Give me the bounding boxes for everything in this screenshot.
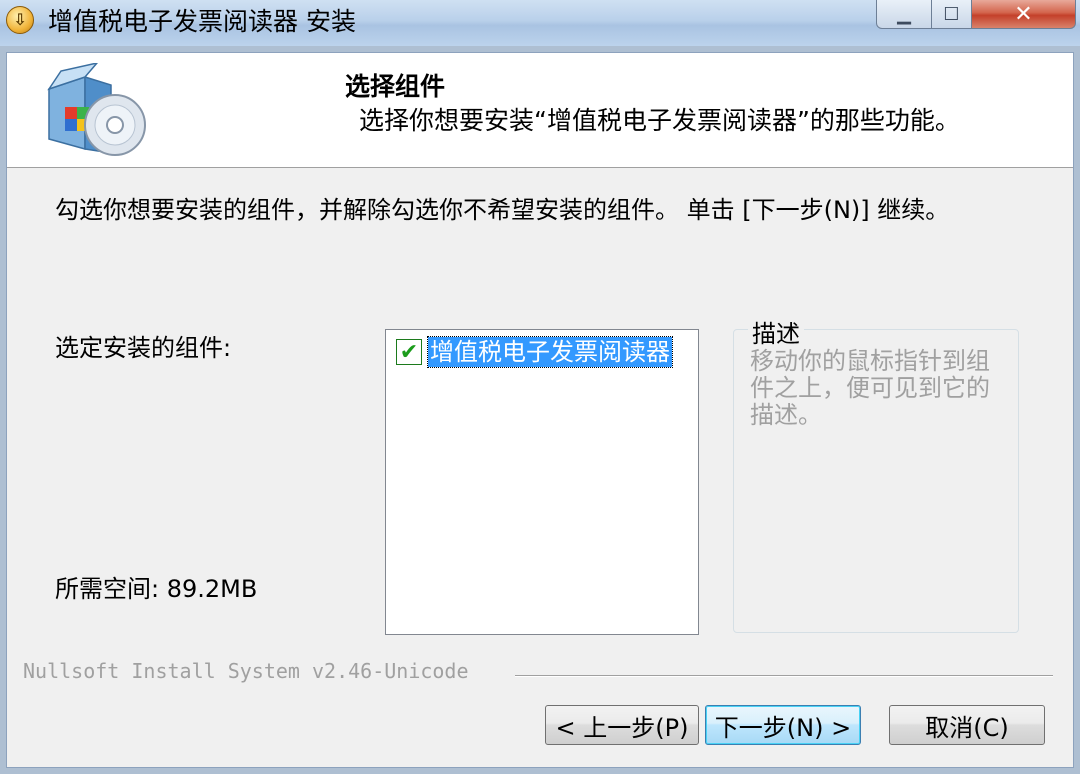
tree-item-component[interactable]: ✔ 增值税电子发票阅读器 bbox=[396, 336, 673, 368]
next-button[interactable]: 下一步(N) > bbox=[705, 705, 861, 745]
close-icon: ✕ bbox=[1014, 1, 1033, 27]
minimize-button[interactable]: ▁ bbox=[876, 0, 932, 29]
description-group: 描述 移动你的鼠标指针到组件之上，便可见到它的描述。 bbox=[733, 314, 1019, 633]
select-components-label: 选定安装的组件: bbox=[55, 334, 232, 362]
maximize-icon: ☐ bbox=[943, 3, 960, 25]
component-checkbox[interactable]: ✔ bbox=[396, 339, 422, 365]
dialog-client: 选择组件 选择你想要安装“增值税电子发票阅读器”的那些功能。 勾选你想要安装的组… bbox=[6, 52, 1074, 768]
maximize-button[interactable]: ☐ bbox=[932, 0, 972, 29]
wizard-header: 选择组件 选择你想要安装“增值税电子发票阅读器”的那些功能。 bbox=[7, 53, 1073, 168]
space-required-label: 所需空间: 89.2MB bbox=[55, 575, 258, 603]
component-label[interactable]: 增值税电子发票阅读器 bbox=[427, 336, 673, 368]
cancel-button[interactable]: 取消(C) bbox=[889, 705, 1045, 745]
branding-text: Nullsoft Install System v2.46-Unicode bbox=[23, 659, 469, 683]
page-subtitle: 选择你想要安装“增值税电子发票阅读器”的那些功能。 bbox=[359, 106, 960, 135]
instructions-text: 勾选你想要安装的组件，并解除勾选你不希望安装的组件。 单击 [下一步(N)] 继… bbox=[55, 196, 950, 224]
window-controls: ▁ ☐ ✕ bbox=[876, 0, 1076, 30]
title-bar[interactable]: ⇩ 增值税电子发票阅读器 安装 ▁ ☐ ✕ bbox=[0, 0, 1080, 46]
minimize-icon: ▁ bbox=[897, 3, 911, 25]
page-title: 选择组件 bbox=[345, 72, 446, 101]
installer-icon[interactable]: ⇩ bbox=[6, 6, 34, 34]
back-button[interactable]: < 上一步(P) bbox=[545, 705, 699, 745]
close-button[interactable]: ✕ bbox=[972, 0, 1076, 29]
install-package-icon bbox=[47, 63, 146, 156]
description-legend: 描述 bbox=[748, 314, 804, 349]
checkmark-icon: ✔ bbox=[399, 339, 419, 365]
description-text: 移动你的鼠标指针到组件之上，便可见到它的描述。 bbox=[750, 347, 990, 429]
window-title: 增值税电子发票阅读器 安装 bbox=[48, 7, 356, 36]
component-tree[interactable]: ✔ 增值税电子发票阅读器 bbox=[385, 329, 699, 635]
branding-divider bbox=[515, 675, 1053, 677]
